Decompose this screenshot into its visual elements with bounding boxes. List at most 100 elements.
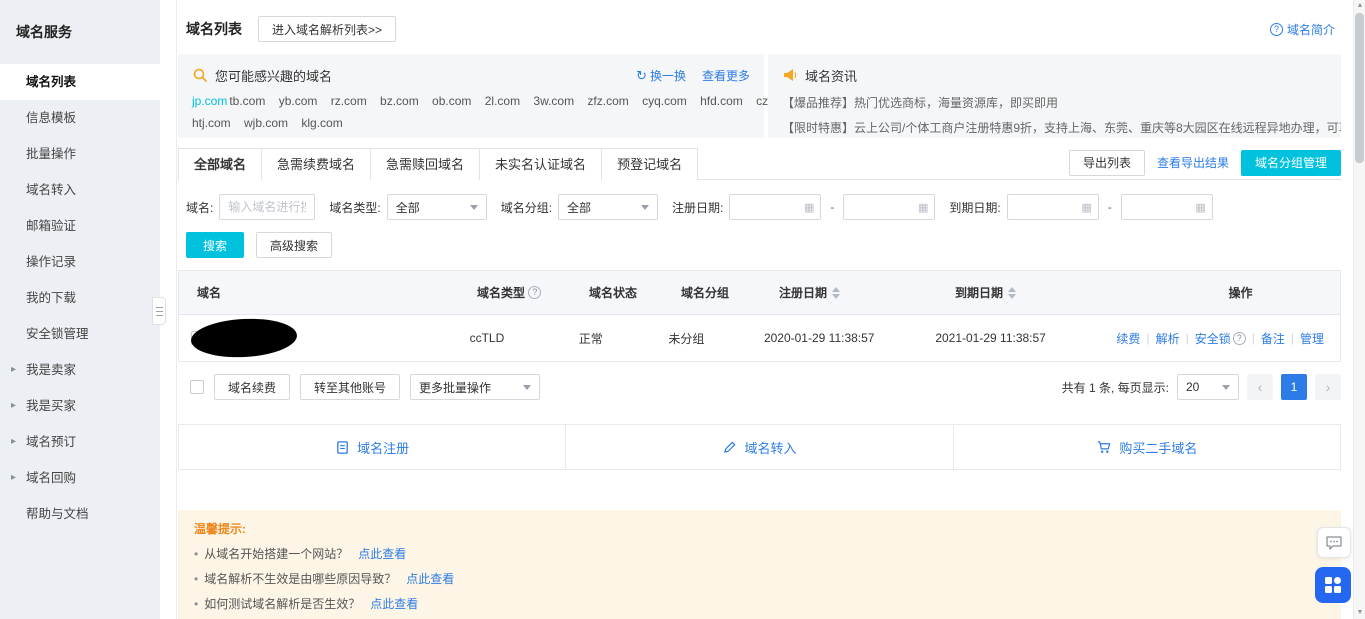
header-domain: 域名 [179,284,469,301]
sidebar-item-domain-buyback[interactable]: ▸域名回购 [0,460,160,496]
view-more-link[interactable]: 查看更多 [702,67,750,84]
batch-renew-button[interactable]: 域名续费 [214,374,290,400]
refresh-domains-link[interactable]: ↻换一换 [636,67,686,84]
more-batch-operations-select[interactable]: 更多批量操作 [410,374,540,400]
group-filter-label: 域名分组: [501,199,552,216]
bullet-icon: • [194,547,198,561]
sidebar-item-my-downloads[interactable]: 我的下载 [0,280,160,316]
resolve-link[interactable]: 解析 [1156,330,1180,347]
reg-date-start-input[interactable]: ▦ [729,194,821,220]
tip-line: • 域名解析不生效是由哪些原因导致？ 点此查看 [194,570,1325,587]
domain-group-select[interactable]: 全部 [558,194,658,220]
tips-title: 温馨提示: [194,520,1325,537]
megaphone-icon [782,67,798,83]
highlight-domain-link[interactable]: jp.com [192,94,227,108]
domain-intro-label: 域名简介 [1287,21,1335,38]
sidebar-item-batch-operations[interactable]: 批量操作 [0,136,160,172]
sidebar-item-domain-list[interactable]: 域名列表 [0,64,160,100]
reg-date-end-input[interactable]: ▦ [843,194,935,220]
export-list-button[interactable]: 导出列表 [1069,150,1145,176]
sidebar-item-label: 我是卖家 [26,363,76,377]
sidebar-item-label: 安全锁管理 [26,327,89,341]
renew-link[interactable]: 续费 [1116,330,1140,347]
tab-need-renew[interactable]: 急需续费域名 [262,148,371,180]
expand-arrow-icon: ▸ [11,460,16,496]
enter-resolve-list-button[interactable]: 进入域名解析列表>> [258,16,396,42]
news-line-1[interactable]: 【爆品推荐】热门优选商标，海量资源库，即买即用 [782,94,1327,111]
sort-icon[interactable] [832,287,840,299]
interested-domains-panel: 您可能感兴趣的域名 ↻换一换 查看更多 jp.comtb.com yb.com … [178,54,764,138]
suggested-domains[interactable]: tb.com yb.com rz.com bz.com ob.com 2l.co… [229,94,797,108]
domain-filter-label: 域名: [186,199,213,216]
bullet-icon: • [194,597,198,611]
exp-date-end-input[interactable]: ▦ [1121,194,1213,220]
calendar-icon: ▦ [1195,201,1205,214]
scrollbar-thumb[interactable] [1355,13,1364,163]
security-lock-link[interactable]: 安全锁 [1195,330,1231,347]
sidebar-collapse-handle[interactable] [152,297,166,325]
domain-group-manage-button[interactable]: 域名分组管理 [1241,150,1341,176]
sidebar-item-operation-log[interactable]: 操作记录 [0,244,160,280]
toolbox-widget-button[interactable] [1315,567,1351,603]
suggested-domains-line2[interactable]: htj.com wjb.com klg.com [192,116,750,130]
scroll-down-icon[interactable]: ▼ [1354,607,1365,619]
batch-select-all-checkbox[interactable] [190,380,204,394]
suggested-domains-line1: jp.comtb.com yb.com rz.com bz.com ob.com… [192,94,750,108]
sidebar-item-help-docs[interactable]: 帮助与文档 [0,496,160,532]
tab-need-redeem[interactable]: 急需赎回域名 [371,148,480,180]
domain-transfer-in-card[interactable]: 域名转入 [566,424,953,470]
header-type: 域名类型 ? [469,284,581,301]
tip-link[interactable]: 点此查看 [358,545,406,562]
domain-search-input[interactable] [219,194,315,220]
exp-date-start-input[interactable]: ▦ [1007,194,1099,220]
sidebar-item-domain-preorder[interactable]: ▸域名预订 [0,424,160,460]
type-filter-label: 域名类型: [329,199,380,216]
sort-icon[interactable] [1008,287,1016,299]
manage-link[interactable]: 管理 [1300,330,1324,347]
tab-all-domains[interactable]: 全部域名 [178,148,262,181]
domain-table: 域名 域名类型 ? 域名状态 域名分组 注册日期 到期日期 操作 ccTLD 正… [178,270,1341,362]
quick-action-cards: 域名注册 域名转入 购买二手域名 [178,424,1341,470]
help-circle-icon[interactable]: ? [1233,332,1246,345]
page-size-select[interactable]: 20 [1177,374,1239,400]
table-row: ccTLD 正常 未分组 2020-01-29 11:38:57 2021-01… [179,315,1340,361]
remark-link[interactable]: 备注 [1261,330,1285,347]
buy-secondhand-domain-card[interactable]: 购买二手域名 [954,424,1341,470]
page-scrollbar[interactable]: ▲ ▼ [1353,0,1365,619]
domain-type-select[interactable]: 全部 [387,194,487,220]
domain-register-card[interactable]: 域名注册 [178,424,566,470]
search-button[interactable]: 搜索 [186,232,244,258]
row-reg-date-cell: 2020-01-29 11:38:57 [756,331,927,345]
next-page-button[interactable]: › [1315,374,1341,400]
tip-link[interactable]: 点此查看 [370,595,418,612]
help-circle-icon[interactable]: ? [528,286,541,299]
tip-link[interactable]: 点此查看 [406,570,454,587]
page-header: 域名列表 进入域名解析列表>> ? 域名简介 [178,0,1341,54]
news-line-2[interactable]: 【限时特惠】云上公司/个体工商户注册特惠9折，支持上海、东莞、重庆等8大园区在线… [782,119,1327,136]
sidebar-item-security-lock[interactable]: 安全锁管理 [0,316,160,352]
header-status: 域名状态 [581,284,673,301]
reg-date-label: 注册日期: [672,199,723,216]
sidebar-item-i-am-seller[interactable]: ▸我是卖家 [0,352,160,388]
sidebar-item-info-template[interactable]: 信息模板 [0,100,160,136]
info-panels: 您可能感兴趣的域名 ↻换一换 查看更多 jp.comtb.com yb.com … [178,54,1341,138]
separator: | [1291,331,1294,345]
view-export-result-link[interactable]: 查看导出结果 [1157,154,1229,171]
domain-intro-link[interactable]: ? 域名简介 [1270,21,1335,38]
advanced-search-button[interactable]: 高级搜索 [256,232,332,258]
prev-page-button[interactable]: ‹ [1247,374,1273,400]
sidebar-item-domain-transfer-in[interactable]: 域名转入 [0,172,160,208]
scroll-up-icon[interactable]: ▲ [1354,0,1365,12]
tab-preregistered[interactable]: 预登记域名 [602,148,698,180]
tab-not-verified[interactable]: 未实名认证域名 [480,148,602,180]
header-exp-label: 到期日期 [955,284,1003,301]
current-page-button[interactable]: 1 [1281,374,1307,400]
batch-transfer-account-button[interactable]: 转至其他账号 [300,374,400,400]
calendar-icon: ▦ [918,201,928,214]
sidebar-item-email-verification[interactable]: 邮箱验证 [0,208,160,244]
header-domain-label: 域名 [197,284,221,301]
sidebar-item-i-am-buyer[interactable]: ▸我是买家 [0,388,160,424]
chat-widget-button[interactable] [1317,527,1351,558]
sidebar-item-label: 邮箱验证 [26,219,76,233]
exp-date-label: 到期日期: [949,199,1000,216]
